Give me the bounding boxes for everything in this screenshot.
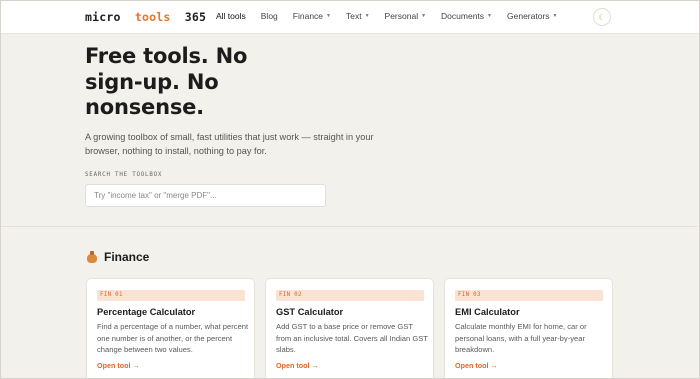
nav-label: Blog (260, 11, 278, 21)
open-tool-link[interactable]: Open tool → (455, 361, 498, 370)
tool-card[interactable]: FIN 02 GST Calculator Add GST to a base … (265, 278, 434, 379)
section-title-text: Finance (104, 250, 150, 264)
nav-item-generators[interactable]: Generators ▼ (507, 11, 557, 21)
nav-item-blog[interactable]: Blog (261, 11, 278, 21)
nav-item-all-tools[interactable]: All tools (216, 11, 246, 21)
search-placeholder: Try "income tax" or "merge PDF"... (94, 191, 217, 200)
main-nav: All tools Blog Finance ▼ Text ▼ Personal… (216, 11, 572, 21)
open-tool-link[interactable]: Open tool → (276, 361, 319, 370)
hero-lead: A growing toolbox of small, fast utiliti… (85, 132, 374, 156)
theme-toggle-button[interactable]: ☾ (593, 8, 611, 26)
chevron-down-icon: ▼ (364, 13, 370, 19)
nav-item-text[interactable]: Text ▼ (346, 11, 370, 21)
tool-title: EMI Calculator (455, 307, 520, 317)
search-label: SEARCH THE TOOLBOX (85, 172, 163, 178)
nav-label: Text (345, 11, 362, 21)
chevron-down-icon: ▼ (326, 13, 331, 19)
logo-part-micro: micro (85, 10, 121, 24)
tool-description: Add GST to a base price or remove GST fr… (276, 322, 428, 355)
moon-icon: ☾ (598, 12, 606, 22)
nav-label: Documents (441, 11, 485, 21)
logo-part-tools: tools (134, 10, 171, 24)
nav-label: Generators (507, 11, 550, 21)
search-input[interactable]: Try "income tax" or "merge PDF"... (85, 184, 326, 207)
page-title: Free tools. No sign-up. No nonsense. (85, 44, 248, 119)
tool-title: Percentage Calculator (97, 307, 196, 317)
section-heading-finance: Finance (86, 250, 149, 264)
tool-description: Find a percentage of a number, what perc… (97, 322, 249, 355)
nav-label: Personal (384, 11, 419, 21)
tool-description: Calculate monthly EMI for home, car or p… (455, 322, 587, 355)
tool-card[interactable]: FIN 03 EMI Calculator Calculate monthly … (444, 278, 613, 379)
tool-title: GST Calculator (276, 307, 344, 317)
site-header: micro tools 365 All tools Blog Finance ▼… (0, 0, 700, 34)
chevron-down-icon: ▼ (487, 13, 492, 19)
tool-tag: FIN 03 (455, 290, 603, 301)
tool-tag: FIN 02 (276, 290, 424, 301)
logo-part-365: 365 (184, 10, 207, 24)
open-tool-link[interactable]: Open tool → (97, 361, 140, 370)
nav-item-finance[interactable]: Finance ▼ (293, 11, 331, 21)
nav-item-personal[interactable]: Personal ▼ (385, 11, 427, 21)
money-bag-icon (86, 251, 98, 263)
tool-tag: FIN 01 (97, 290, 245, 301)
nav-label: All tools (216, 11, 246, 21)
section-divider (0, 226, 700, 227)
site-logo[interactable]: micro tools 365 (85, 10, 206, 24)
tool-card[interactable]: FIN 01 Percentage Calculator Find a perc… (86, 278, 255, 379)
nav-label: Finance (292, 11, 324, 21)
nav-item-documents[interactable]: Documents ▼ (441, 11, 492, 21)
chevron-down-icon: ▼ (552, 13, 558, 19)
chevron-down-icon: ▼ (421, 13, 427, 19)
